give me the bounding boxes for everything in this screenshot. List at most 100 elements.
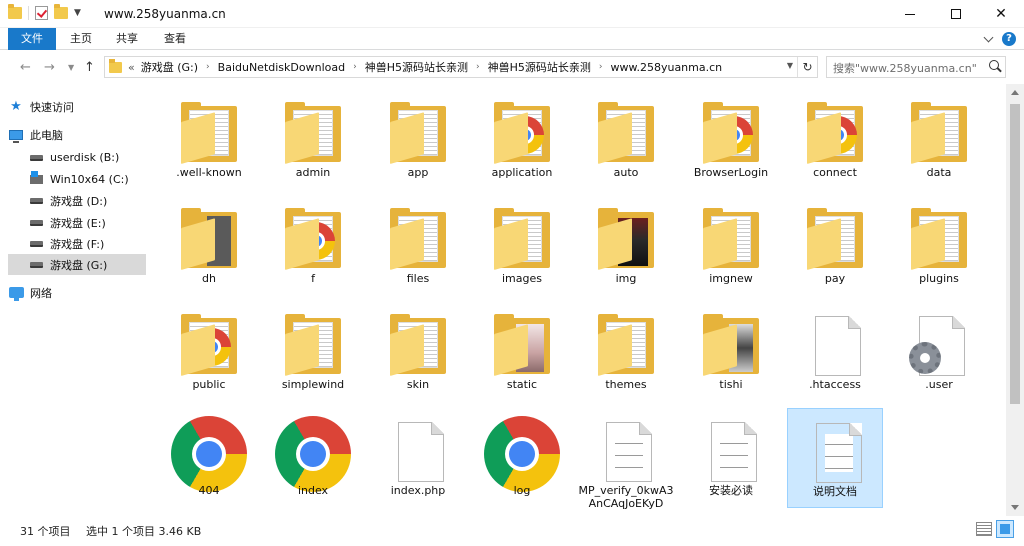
file-item[interactable]: 安装必读 <box>683 408 779 508</box>
file-item[interactable]: img <box>578 196 674 296</box>
breadcrumb-separator[interactable]: › <box>206 62 210 72</box>
file-name: log <box>513 484 531 497</box>
file-item[interactable]: data <box>891 90 987 190</box>
file-item[interactable]: 说明文档 <box>787 408 883 508</box>
nav-item-drive-c[interactable]: Win10x64 (C:) <box>28 169 146 190</box>
breadcrumb-item[interactable]: 神兽H5源码站长亲测 <box>488 59 591 75</box>
scroll-down-icon[interactable] <box>1011 505 1019 510</box>
large-icons-view-icon[interactable] <box>996 520 1014 538</box>
file-name: public <box>192 378 226 391</box>
breadcrumb-item[interactable]: BaiduNetdiskDownload <box>218 61 345 74</box>
refresh-icon[interactable]: ↻ <box>797 57 817 77</box>
new-folder-icon[interactable] <box>54 4 68 19</box>
file-item[interactable]: application <box>474 90 570 190</box>
file-list: .well-known admin app application auto Browse… <box>150 84 1004 516</box>
details-view-icon[interactable] <box>976 522 992 536</box>
close-button[interactable]: ✕ <box>978 0 1024 28</box>
forward-button[interactable]: → <box>44 60 55 75</box>
tab-share[interactable]: 共享 <box>110 28 144 50</box>
folder-icon <box>596 208 656 272</box>
help-icon[interactable]: ? <box>1002 32 1016 46</box>
file-name: .user <box>925 378 953 391</box>
breadcrumb-separator[interactable]: › <box>353 62 357 72</box>
nav-item-drive-e[interactable]: 游戏盘 (E:) <box>28 212 146 233</box>
up-button[interactable]: ↑ <box>84 60 95 75</box>
nav-item-label: 网络 <box>30 286 52 300</box>
file-name: plugins <box>919 272 959 285</box>
nav-item-network[interactable]: 网络 <box>8 282 146 303</box>
file-item[interactable]: log <box>474 408 570 508</box>
file-item[interactable]: imgnew <box>683 196 779 296</box>
file-name: .well-known <box>176 166 242 179</box>
file-item[interactable]: admin <box>265 90 361 190</box>
separator <box>28 6 29 20</box>
breadcrumb-separator[interactable]: › <box>599 62 603 72</box>
address-bar[interactable]: « 游戏盘 (G:) › BaiduNetdiskDownload › 神兽H5… <box>104 56 818 78</box>
file-item[interactable]: 404 <box>161 408 257 508</box>
selection-info: 选中 1 个项目 3.46 KB <box>86 525 202 538</box>
breadcrumb-item[interactable]: 游戏盘 (G:) <box>141 59 198 75</box>
breadcrumb-item[interactable]: 神兽H5源码站长亲测 <box>365 59 468 75</box>
maximize-button[interactable] <box>933 0 979 28</box>
file-item[interactable]: f <box>265 196 361 296</box>
folder-icon <box>179 102 239 166</box>
customize-toolbar-dropdown[interactable]: ▼ <box>74 8 81 18</box>
breadcrumb-item[interactable]: www.258yuanma.cn <box>610 61 722 74</box>
folder-icon <box>701 208 761 272</box>
maximize-icon <box>951 9 961 19</box>
file-item[interactable]: public <box>161 302 257 402</box>
back-button[interactable]: ← <box>20 60 31 75</box>
file-item[interactable]: auto <box>578 90 674 190</box>
nav-item-drive-d[interactable]: 游戏盘 (D:) <box>28 190 146 211</box>
file-item[interactable]: MP_verify_0kwA3AnCAqJoEKyD <box>578 408 674 510</box>
file-item[interactable]: dh <box>161 196 257 296</box>
file-name: images <box>502 272 542 285</box>
recent-locations-dropdown[interactable]: ▼ <box>68 63 74 72</box>
scroll-up-icon[interactable] <box>1011 90 1019 95</box>
file-item[interactable]: pay <box>787 196 883 296</box>
folder-icon[interactable] <box>8 4 22 19</box>
file-item[interactable]: .well-known <box>161 90 257 190</box>
file-item[interactable]: index <box>265 408 361 508</box>
search-icon[interactable] <box>989 60 999 70</box>
properties-icon[interactable] <box>35 6 48 20</box>
file-item[interactable]: connect <box>787 90 883 190</box>
file-name: tishi <box>719 378 743 391</box>
file-name: MP_verify_0kwA3AnCAqJoEKyD <box>578 484 674 510</box>
file-item[interactable]: skin <box>370 302 466 402</box>
file-item[interactable]: themes <box>578 302 674 402</box>
file-item[interactable]: tishi <box>683 302 779 402</box>
nav-item-drive-g[interactable]: 游戏盘 (G:) <box>8 254 146 275</box>
ribbon-controls: ? <box>983 32 1016 46</box>
address-row: ← → ▼ ↑ « 游戏盘 (G:) › BaiduNetdiskDownloa… <box>0 51 1024 83</box>
nav-item-this-pc[interactable]: 此电脑 <box>8 124 146 145</box>
text-document-icon <box>596 420 656 484</box>
file-item[interactable]: plugins <box>891 196 987 296</box>
nav-item-drive-f[interactable]: 游戏盘 (F:) <box>28 233 146 254</box>
file-item[interactable]: .htaccess <box>787 302 883 402</box>
tab-file[interactable]: 文件 <box>8 28 56 50</box>
nav-item-drive-b[interactable]: userdisk (B:) <box>28 147 146 168</box>
address-dropdown[interactable]: ▼ <box>787 61 793 70</box>
breadcrumb-separator[interactable]: › <box>476 62 480 72</box>
file-item[interactable]: static <box>474 302 570 402</box>
search-input[interactable]: 搜索"www.258yuanma.cn" <box>826 56 1006 78</box>
folder-icon <box>283 102 343 166</box>
vertical-scrollbar[interactable] <box>1006 84 1024 516</box>
file-item[interactable]: files <box>370 196 466 296</box>
file-item[interactable]: index.php <box>370 408 466 508</box>
nav-item-quick-access[interactable]: ★ 快速访问 <box>8 96 146 117</box>
file-item[interactable]: images <box>474 196 570 296</box>
minimize-button[interactable] <box>887 0 933 28</box>
file-name: application <box>491 166 553 179</box>
breadcrumb-overflow[interactable]: « <box>128 61 135 74</box>
file-item[interactable]: .user <box>891 302 987 402</box>
tab-home[interactable]: 主页 <box>64 28 98 50</box>
expand-ribbon-icon[interactable] <box>983 32 994 43</box>
scroll-thumb[interactable] <box>1010 104 1020 404</box>
file-item[interactable]: app <box>370 90 466 190</box>
tab-view[interactable]: 查看 <box>158 28 192 50</box>
window-title: www.258yuanma.cn <box>104 7 226 21</box>
file-item[interactable]: simplewind <box>265 302 361 402</box>
file-item[interactable]: BrowserLogin <box>683 90 779 190</box>
